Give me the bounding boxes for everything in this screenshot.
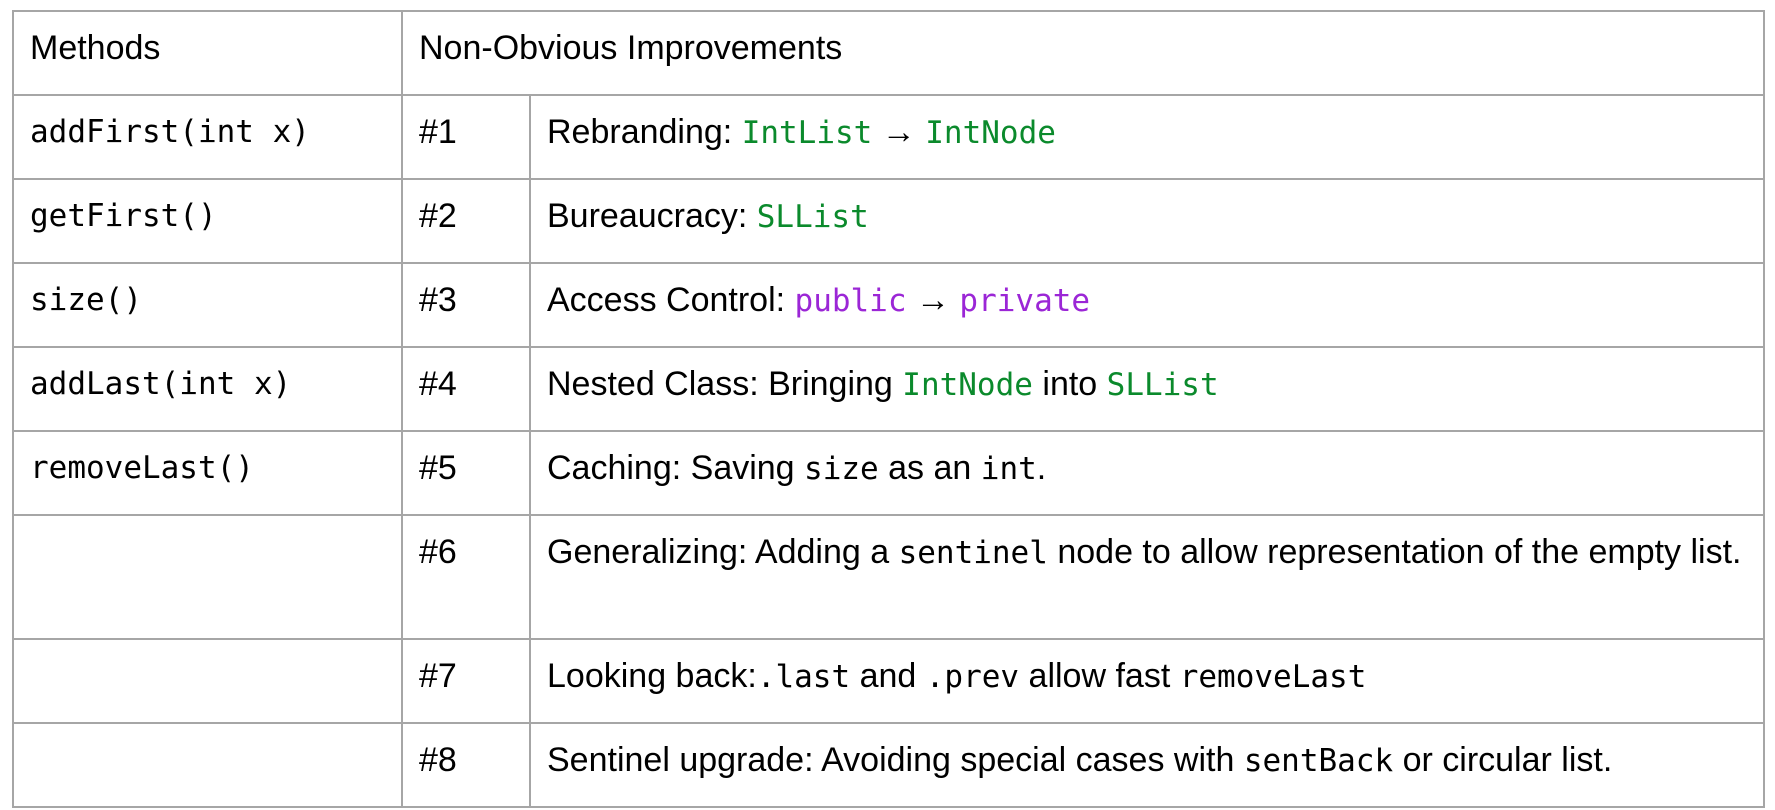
table-row: size() #3 Access Control: public → priva…: [12, 262, 1765, 348]
text-segment: Caching: Saving: [547, 449, 805, 487]
improvement-text: Rebranding: IntList → IntNode: [529, 94, 1765, 180]
inline-code: removeLast: [1179, 659, 1367, 695]
inline-code: sentinel: [898, 535, 1048, 571]
class-name-code: IntList: [741, 115, 873, 151]
improvement-text: Access Control: public → private: [529, 262, 1765, 348]
text-segment: Looking back:: [547, 657, 757, 695]
table-row: #6 Generalizing: Adding a sentinel node …: [12, 514, 1765, 640]
method-cell: size(): [12, 262, 403, 348]
methods-header: Methods: [12, 10, 403, 96]
table-row: addFirst(int x) #1 Rebranding: IntList →…: [12, 94, 1765, 180]
improvement-text: Looking back:.last and .prev allow fast …: [529, 638, 1765, 724]
text-segment: .: [1036, 449, 1047, 487]
inline-code: .prev: [925, 659, 1020, 695]
arrow-segment: →: [872, 113, 926, 151]
text-segment: allow fast: [1019, 657, 1180, 695]
keyword-code: public: [794, 283, 907, 319]
table-header-row: Methods Non-Obvious Improvements: [12, 10, 1765, 96]
improvement-text: Caching: Saving size as an int.: [529, 430, 1765, 516]
method-cell: [12, 514, 403, 640]
text-segment: as an: [878, 449, 981, 487]
table-row: #7 Looking back:.last and .prev allow fa…: [12, 638, 1765, 724]
improvements-table-container: Methods Non-Obvious Improvements addFirs…: [12, 10, 1765, 808]
improvement-number: #3: [401, 262, 531, 348]
method-cell: addLast(int x): [12, 346, 403, 432]
table-row: #8 Sentinel upgrade: Avoiding special ca…: [12, 722, 1765, 808]
improvement-text: Bureaucracy: SLList: [529, 178, 1765, 264]
table-row: removeLast() #5 Caching: Saving size as …: [12, 430, 1765, 516]
improvement-number: #4: [401, 346, 531, 432]
inline-code: int: [980, 451, 1037, 487]
text-segment: Access Control:: [547, 281, 795, 319]
improvement-text: Nested Class: Bringing IntNode into SLLi…: [529, 346, 1765, 432]
text-segment: Nested Class: Bringing: [547, 365, 903, 403]
improvement-number: #1: [401, 94, 531, 180]
method-cell: getFirst(): [12, 178, 403, 264]
text-segment: into: [1032, 365, 1107, 403]
arrow-segment: →: [906, 281, 960, 319]
table-row: addLast(int x) #4 Nested Class: Bringing…: [12, 346, 1765, 432]
text-segment: or circular list.: [1393, 741, 1613, 779]
improvement-text: Sentinel upgrade: Avoiding special cases…: [529, 722, 1765, 808]
text-segment: Generalizing: Adding a: [547, 533, 899, 571]
improvement-number: #8: [401, 722, 531, 808]
improvements-table: Methods Non-Obvious Improvements addFirs…: [12, 10, 1765, 808]
improvement-text: Generalizing: Adding a sentinel node to …: [529, 514, 1765, 640]
text-segment: Bureaucracy:: [547, 197, 757, 235]
inline-code: .last: [756, 659, 851, 695]
class-name-code: SLList: [756, 199, 869, 235]
text-segment: Sentinel upgrade: Avoiding special cases…: [547, 741, 1244, 779]
text-segment: node to allow representation of the empt…: [1047, 533, 1742, 571]
improvement-number: #2: [401, 178, 531, 264]
class-name-code: IntNode: [902, 367, 1033, 403]
method-cell: addFirst(int x): [12, 94, 403, 180]
method-cell: [12, 638, 403, 724]
improvements-header: Non-Obvious Improvements: [401, 10, 1765, 96]
improvement-number: #5: [401, 430, 531, 516]
improvement-number: #7: [401, 638, 531, 724]
improvement-number: #6: [401, 514, 531, 640]
inline-code: sentBack: [1243, 743, 1394, 779]
class-name-code: IntNode: [925, 115, 1056, 151]
inline-code: size: [804, 451, 879, 487]
text-segment: and: [850, 657, 926, 695]
class-name-code: SLList: [1106, 367, 1219, 403]
method-cell: removeLast(): [12, 430, 403, 516]
keyword-code: private: [959, 283, 1091, 319]
table-row: getFirst() #2 Bureaucracy: SLList: [12, 178, 1765, 264]
method-cell: [12, 722, 403, 808]
text-segment: Rebranding:: [547, 113, 742, 151]
